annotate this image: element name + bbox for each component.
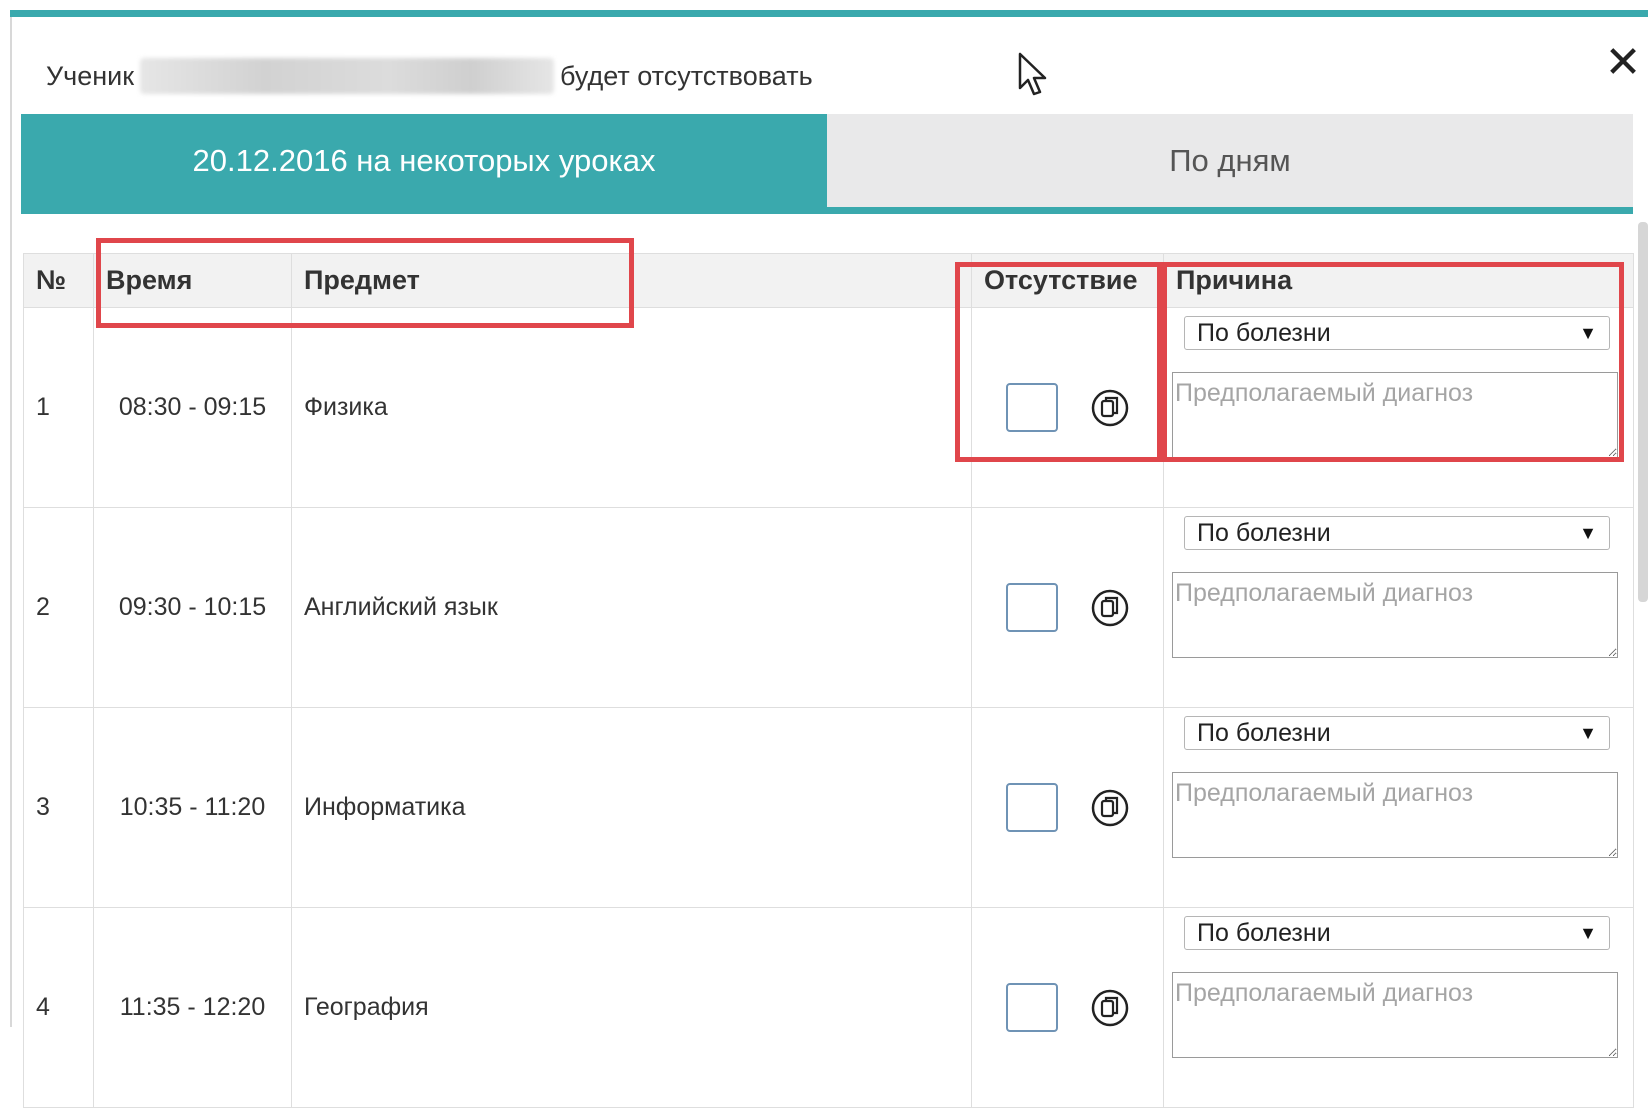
- dialog-left-border: [10, 17, 12, 1027]
- reason-select[interactable]: По болезни ▼: [1184, 716, 1610, 750]
- lessons-table: № Время Предмет Отсутствие Причина 1 08:…: [23, 253, 1634, 1108]
- student-name-redacted: [140, 58, 555, 94]
- header-absence: Отсутствие: [971, 253, 1164, 308]
- row-time: 08:30 - 09:15: [93, 307, 292, 508]
- tab-bar: 20.12.2016 на некоторых уроках По дням: [21, 114, 1633, 214]
- table-row: 1 08:30 - 09:15 Физика По болезни ▼: [23, 307, 1634, 508]
- absence-cell: [971, 907, 1164, 1108]
- mouse-cursor-icon: [1018, 52, 1047, 96]
- absence-cell: [971, 707, 1164, 908]
- row-num: 4: [23, 907, 94, 1108]
- dialog-top-accent: [10, 10, 1648, 17]
- row-subject: Информатика: [291, 707, 972, 908]
- reason-select-value: По болезни: [1197, 918, 1331, 947]
- absence-checkbox[interactable]: [1005, 383, 1058, 432]
- copy-icon[interactable]: [1090, 588, 1130, 628]
- reason-select-value: По болезни: [1197, 718, 1331, 747]
- table-row: 4 11:35 - 12:20 География По болезни ▼: [23, 907, 1634, 1108]
- tab-some-lessons[interactable]: 20.12.2016 на некоторых уроках: [21, 114, 827, 207]
- header-subject: Предмет: [291, 253, 972, 308]
- diagnosis-textarea[interactable]: [1172, 772, 1618, 858]
- reason-select-value: По болезни: [1197, 518, 1331, 547]
- absence-cell: [971, 307, 1164, 508]
- reason-cell: По болезни ▼: [1163, 707, 1634, 908]
- reason-select[interactable]: По болезни ▼: [1184, 916, 1610, 950]
- absence-checkbox[interactable]: [1005, 783, 1058, 832]
- diagnosis-textarea[interactable]: [1172, 572, 1618, 658]
- row-time: 09:30 - 10:15: [93, 507, 292, 708]
- table-header-row: № Время Предмет Отсутствие Причина: [23, 253, 1634, 308]
- row-num: 1: [23, 307, 94, 508]
- chevron-down-icon: ▼: [1579, 922, 1597, 943]
- table-row: 3 10:35 - 11:20 Информатика По болезни ▼: [23, 707, 1634, 908]
- absence-checkbox[interactable]: [1005, 983, 1058, 1032]
- table-row: 2 09:30 - 10:15 Английский язык По болез…: [23, 507, 1634, 708]
- reason-cell: По болезни ▼: [1163, 907, 1634, 1108]
- header-reason: Причина: [1163, 253, 1634, 308]
- header-time: Время: [93, 253, 292, 308]
- row-subject: Физика: [291, 307, 972, 508]
- chevron-down-icon: ▼: [1579, 722, 1597, 743]
- title-suffix: будет отсутствовать: [560, 60, 813, 91]
- tab-by-days[interactable]: По дням: [827, 114, 1633, 207]
- header-num: №: [23, 253, 94, 308]
- row-subject: География: [291, 907, 972, 1108]
- copy-icon[interactable]: [1090, 388, 1130, 428]
- row-num: 3: [23, 707, 94, 908]
- diagnosis-textarea[interactable]: [1172, 372, 1618, 458]
- reason-select-value: По болезни: [1197, 318, 1331, 347]
- diagnosis-textarea[interactable]: [1172, 972, 1618, 1058]
- reason-select[interactable]: По болезни ▼: [1184, 516, 1610, 550]
- row-time: 11:35 - 12:20: [93, 907, 292, 1108]
- row-subject: Английский язык: [291, 507, 972, 708]
- reason-cell: По болезни ▼: [1163, 507, 1634, 708]
- reason-cell: По болезни ▼: [1163, 307, 1634, 508]
- copy-icon[interactable]: [1090, 988, 1130, 1028]
- copy-icon[interactable]: [1090, 788, 1130, 828]
- reason-select[interactable]: По болезни ▼: [1184, 316, 1610, 350]
- chevron-down-icon: ▼: [1579, 522, 1597, 543]
- row-time: 10:35 - 11:20: [93, 707, 292, 908]
- row-num: 2: [23, 507, 94, 708]
- absence-checkbox[interactable]: [1005, 583, 1058, 632]
- close-icon[interactable]: ✕: [1604, 41, 1642, 85]
- absence-cell: [971, 507, 1164, 708]
- dialog-title: Ученик будет отсутствовать: [46, 58, 813, 94]
- scrollbar[interactable]: [1638, 222, 1648, 602]
- title-prefix: Ученик: [46, 60, 135, 91]
- chevron-down-icon: ▼: [1579, 322, 1597, 343]
